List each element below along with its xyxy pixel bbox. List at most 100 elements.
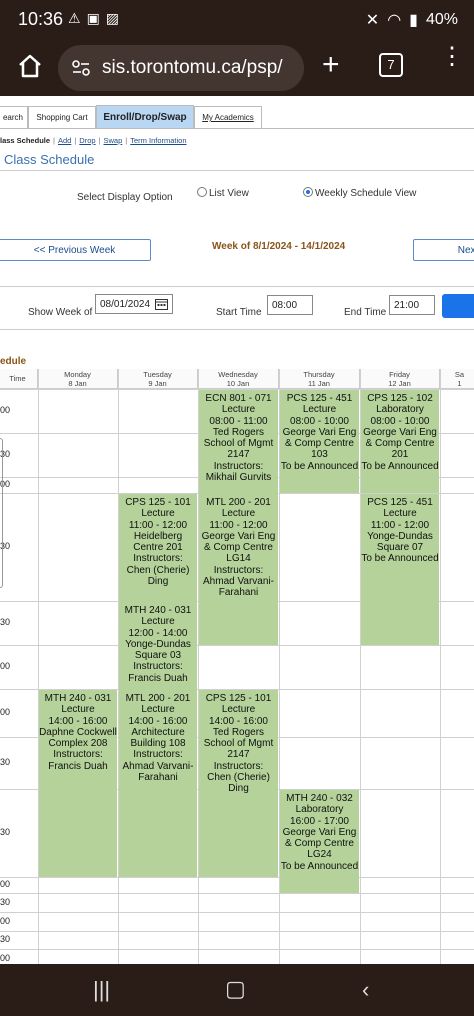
event-line: Ted Rogers — [212, 726, 265, 738]
event-line: MTH 240 - 031 — [44, 693, 112, 704]
refresh-calendar-button[interactable] — [442, 294, 474, 318]
more-menu-icon[interactable]: ⋮ — [440, 45, 464, 69]
time-label: 00 — [0, 879, 11, 889]
day-header: Thursday 11 Jan — [279, 369, 360, 389]
sublink-swap[interactable]: Swap — [104, 136, 123, 145]
event-line: LG14 — [226, 553, 251, 565]
event-line: Instructors: — [213, 760, 264, 772]
day-header: Friday 12 Jan — [360, 369, 440, 389]
event-line: PCS 125 - 451 — [286, 393, 353, 404]
event-line: MTH 240 - 032 — [286, 793, 353, 804]
event-line: Francis Duah — [128, 672, 188, 684]
time-label: 30 — [0, 897, 11, 907]
event-line: Instructors: — [213, 564, 264, 576]
new-tab-icon[interactable]: + — [322, 50, 340, 80]
class-event[interactable]: PCS 125 - 451 Lecture 08:00 - 10:00 George … — [280, 390, 359, 493]
event-line: 201 — [391, 449, 409, 461]
warning-icon: ⚠ — [68, 10, 81, 26]
grid-row-line — [0, 949, 474, 950]
event-line: 2147 — [227, 449, 250, 461]
calendar-icon[interactable] — [155, 298, 168, 310]
image-icon: ▨ — [105, 10, 120, 26]
day-date: 12 Jan — [388, 379, 411, 388]
event-line: Instructors: — [213, 460, 264, 472]
event-line: School of Mgmt — [203, 438, 274, 450]
event-line: Daphne Cockwell — [39, 726, 117, 738]
day-name: Thursday — [303, 370, 335, 379]
page-content: earch Shopping Cart Enroll/Drop/Swap My … — [0, 96, 474, 964]
event-line: Lecture — [221, 704, 256, 716]
event-line: Farahani — [138, 772, 178, 784]
event-line: Building 108 — [130, 738, 186, 750]
event-line: CPS 125 - 101 — [125, 497, 191, 508]
event-line: Ding — [228, 783, 249, 795]
class-event[interactable]: MTL 200 - 201 Lecture 11:00 - 12:00 George … — [199, 494, 278, 645]
next-week-button[interactable]: Next — [413, 239, 474, 261]
event-line: Lecture — [141, 616, 175, 628]
class-event[interactable]: MTL 200 - 201 Lecture 14:00 - 16:00 Archite… — [119, 690, 197, 877]
event-line: LG24 — [307, 849, 332, 861]
site-settings-icon[interactable] — [72, 60, 90, 76]
mute-icon: ✕ — [365, 12, 380, 29]
event-line: George Vari Eng — [282, 826, 357, 838]
tab-search[interactable]: earch — [0, 106, 28, 128]
event-line: To be Announced — [280, 460, 359, 472]
day-name: Friday — [389, 370, 410, 379]
event-line: Instructors: — [133, 749, 183, 761]
voicemail-icon: ▣ — [86, 10, 100, 26]
sublink-term-information[interactable]: Term Information — [130, 136, 186, 145]
recent-apps-icon[interactable]: ||| — [93, 977, 110, 1003]
event-line: Heidelberg — [133, 530, 183, 542]
day-header: Monday 8 Jan — [38, 369, 118, 389]
event-line: ECN 801 - 071 — [205, 393, 272, 404]
time-label: 30 — [0, 934, 11, 944]
clock: 10:36 — [18, 9, 64, 29]
weekly-view-label[interactable]: Weekly Schedule View — [315, 188, 416, 199]
event-line: George Vari Eng — [363, 426, 437, 438]
class-event[interactable]: CPS 125 - 102 Laboratory 08:00 - 10:00 Geor… — [361, 390, 439, 493]
tab-divider — [0, 128, 474, 129]
event-line: Farahani — [218, 587, 259, 599]
day-name: Tuesday — [143, 370, 172, 379]
tab-count-button[interactable]: 7 — [379, 53, 403, 77]
event-line: 14:00 - 16:00 — [209, 715, 268, 727]
show-week-input[interactable]: 08/01/2024 — [95, 294, 173, 314]
event-line: Lecture — [221, 404, 256, 416]
event-line: Ahmad Varvani- — [203, 576, 274, 588]
tab-shopping-cart[interactable]: Shopping Cart — [28, 106, 96, 128]
list-view-radio[interactable] — [197, 187, 207, 197]
back-icon[interactable]: ‹ — [362, 977, 369, 1003]
side-scroll-fragment — [0, 438, 3, 588]
event-line: 11:00 - 12:00 — [209, 519, 268, 531]
event-line: Mikhail Gurvits — [205, 472, 272, 484]
event-line: 08:00 - 10:00 — [290, 415, 349, 427]
time-column-header: Time — [0, 369, 38, 389]
week-range: Week of 8/1/2024 - 14/1/2024 — [212, 241, 346, 252]
tab-enroll-drop-swap[interactable]: Enroll/Drop/Swap — [96, 105, 194, 129]
event-line: Lecture — [61, 704, 95, 716]
class-event[interactable]: MTH 240 - 031 Lecture 14:00 - 16:00 Daphne … — [39, 690, 117, 877]
previous-week-button[interactable]: << Previous Week — [0, 239, 151, 261]
start-time-input[interactable]: 08:00 — [267, 295, 313, 315]
address-bar[interactable]: sis.torontomu.ca/psp/ — [58, 45, 304, 91]
day-date: 1 — [457, 379, 462, 388]
event-line: MTL 200 - 201 — [206, 497, 271, 508]
event-line: Centre 201 — [133, 542, 183, 554]
end-time-input[interactable]: 21:00 — [389, 295, 435, 315]
event-line: & Comp Centre — [365, 438, 435, 450]
home-button-icon[interactable]: ▢ — [225, 976, 246, 1002]
home-icon[interactable] — [16, 52, 44, 80]
day-header: Wednesday 10 Jan — [198, 369, 279, 389]
class-event[interactable]: PCS 125 - 451 Lecture 11:00 - 12:00 Yonge-D… — [361, 494, 439, 645]
page-title: Class Schedule — [4, 152, 95, 167]
day-date: 9 Jan — [148, 379, 167, 388]
class-event[interactable]: MTH 240 - 032 Laboratory 16:00 - 17:00 Geor… — [280, 790, 359, 893]
weekly-view-radio[interactable] — [303, 187, 313, 197]
class-event[interactable]: CPS 125 - 101 Lecture 14:00 - 16:00 Ted Rog… — [199, 690, 278, 877]
tab-my-academics[interactable]: My Academics — [194, 106, 262, 128]
list-view-label[interactable]: List View — [209, 188, 249, 199]
sublink-add[interactable]: Add — [58, 136, 71, 145]
options-divider — [0, 286, 474, 287]
day-name: Monday — [64, 370, 91, 379]
sublink-drop[interactable]: Drop — [79, 136, 95, 145]
